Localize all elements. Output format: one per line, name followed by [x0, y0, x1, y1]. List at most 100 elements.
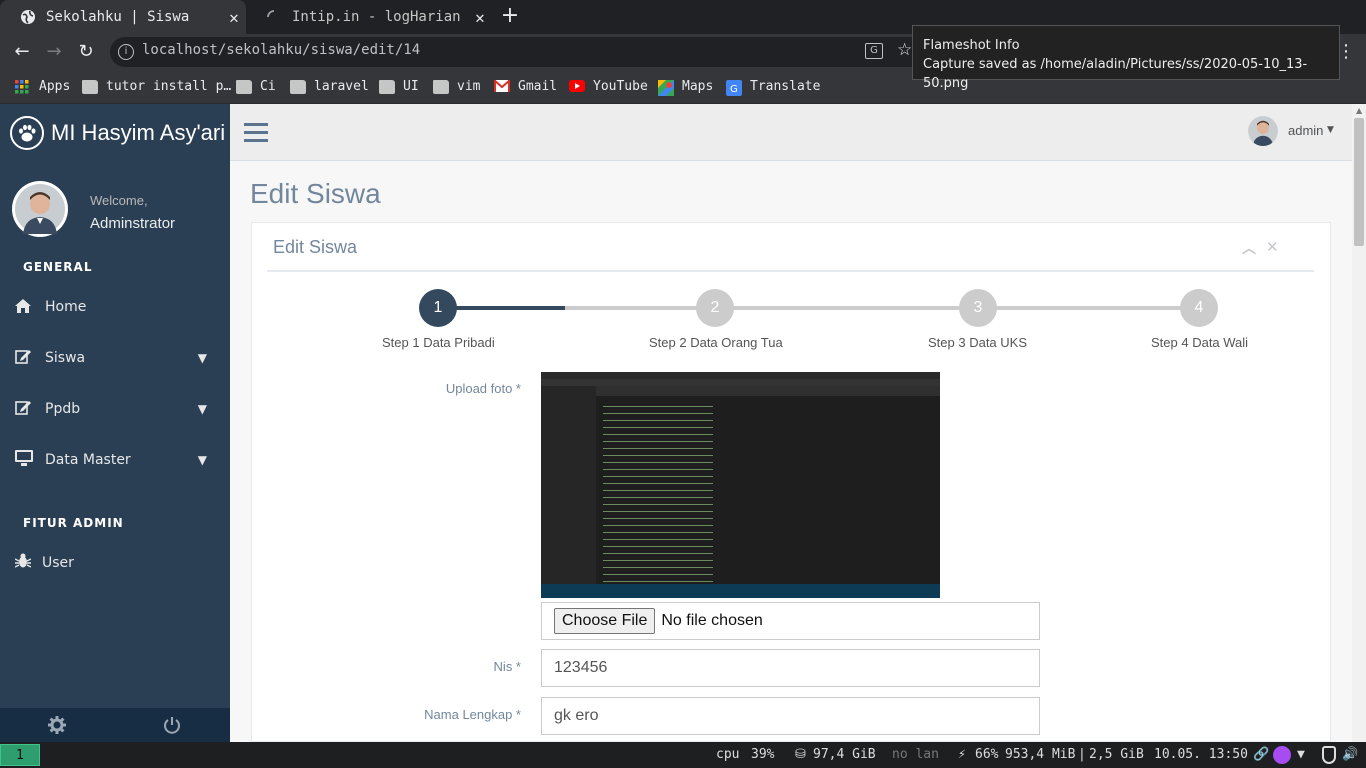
- tab-intip[interactable]: Intip.in - logHarian ✕: [246, 0, 492, 34]
- new-tab-button[interactable]: +: [498, 5, 522, 29]
- info-icon[interactable]: i: [118, 44, 134, 60]
- bookmark-translate[interactable]: G Translate: [726, 70, 820, 103]
- wizard-progress: [438, 306, 565, 310]
- youtube-icon: [569, 79, 585, 94]
- network-status: no lan: [892, 747, 939, 762]
- brand-name: MI Hasyim Asy'ari: [51, 120, 226, 145]
- sidebar-item-data-master[interactable]: Data Master ▼: [15, 448, 215, 472]
- scrollbar-thumb[interactable]: [1354, 118, 1364, 246]
- step-3-label[interactable]: Step 3 Data UKS: [928, 335, 1027, 350]
- bookmark-youtube[interactable]: YouTube: [569, 70, 648, 103]
- firefox-icon[interactable]: [1273, 746, 1291, 764]
- bookmark-label: YouTube: [593, 79, 648, 94]
- bookmark-label: Maps: [682, 79, 714, 94]
- forward-button[interactable]: →: [42, 40, 66, 64]
- folder-icon: [82, 79, 98, 94]
- sidebar-item-user[interactable]: User: [14, 551, 215, 575]
- step-1-circle[interactable]: 1: [419, 289, 457, 327]
- choose-file-button[interactable]: Choose File: [554, 608, 656, 634]
- panel-title: Edit Siswa: [273, 237, 358, 257]
- bookmark-tutor[interactable]: tutor install p…: [82, 70, 231, 103]
- bookmark-laravel[interactable]: laravel: [290, 70, 369, 103]
- scroll-up-arrow-icon[interactable]: ▲: [1356, 106, 1362, 115]
- bookmark-label: UI: [403, 79, 419, 94]
- bookmark-ci[interactable]: Ci: [236, 70, 276, 103]
- sidebar-item-ppdb[interactable]: Ppdb ▼: [15, 397, 215, 421]
- sidebar-item-siswa[interactable]: Siswa ▼: [15, 346, 215, 370]
- bookmark-ui[interactable]: UI: [379, 70, 419, 103]
- reload-button[interactable]: ↻: [74, 40, 98, 64]
- tab-sekolahku[interactable]: Sekolahku | Siswa ✕: [0, 0, 246, 34]
- folder-icon: [236, 79, 252, 94]
- step-4-label[interactable]: Step 4 Data Wali: [1151, 335, 1248, 350]
- settings-gear-icon[interactable]: [48, 716, 66, 738]
- bookmark-label: laravel: [314, 79, 369, 94]
- bookmark-label: Ci: [260, 79, 276, 94]
- flameshot-notification[interactable]: Flameshot Info Capture saved as /home/al…: [912, 25, 1340, 91]
- user-avatar[interactable]: [1248, 116, 1278, 146]
- step-2-label[interactable]: Step 2 Data Orang Tua: [649, 335, 783, 350]
- sidebar-footer: [0, 708, 230, 742]
- page-title: Edit Siswa: [250, 178, 381, 209]
- close-tab-icon[interactable]: ✕: [468, 8, 492, 27]
- google-translate-icon: G: [726, 79, 742, 96]
- step-3-circle[interactable]: 3: [959, 289, 997, 327]
- sidebar-item-label: Home: [45, 299, 87, 315]
- step-4-circle[interactable]: 4: [1180, 289, 1218, 327]
- link-icon[interactable]: 🔗: [1253, 747, 1269, 762]
- folder-icon: [290, 79, 306, 94]
- cpu-label: cpu: [716, 747, 740, 762]
- step-2-circle[interactable]: 2: [696, 289, 734, 327]
- svg-text:G: G: [730, 84, 738, 95]
- bookmark-label: Apps: [39, 79, 71, 94]
- sidebar-item-label: Data Master: [45, 452, 131, 468]
- disk-icon: ⛁: [795, 747, 806, 762]
- sidebar-item-home[interactable]: Home: [15, 295, 215, 319]
- step-1-label[interactable]: Step 1 Data Pribadi: [382, 335, 495, 350]
- brand[interactable]: MI Hasyim Asy'ari: [10, 116, 225, 150]
- notification-title: Flameshot Info: [923, 38, 1020, 53]
- bookmark-label: Translate: [750, 79, 821, 94]
- memory-used: 953,4 MiB: [1005, 747, 1076, 762]
- panel-divider: [267, 270, 1314, 272]
- bookmark-apps[interactable]: Apps: [15, 70, 70, 103]
- collapse-chevron-up-icon[interactable]: ︿: [1242, 238, 1256, 258]
- nama-lengkap-input[interactable]: gk ero: [541, 697, 1040, 735]
- desktop-icon: [15, 450, 35, 470]
- back-button[interactable]: ←: [10, 40, 34, 64]
- caret-down-icon[interactable]: ▼: [1327, 125, 1334, 135]
- tab-title: Intip.in - logHarian: [292, 9, 461, 25]
- memory-total: 2,5 GiB: [1089, 747, 1144, 762]
- bookmark-maps[interactable]: Maps: [658, 70, 713, 103]
- photo-preview: [541, 372, 940, 598]
- translate-icon[interactable]: G: [865, 43, 883, 59]
- volume-icon[interactable]: 🔊: [1342, 747, 1358, 762]
- gmail-icon: [493, 78, 511, 94]
- close-tab-icon[interactable]: ✕: [222, 8, 246, 27]
- bookmark-vim[interactable]: vim: [433, 70, 480, 103]
- wifi-icon[interactable]: ▼: [1297, 747, 1305, 762]
- user-menu-label[interactable]: admin: [1288, 123, 1323, 138]
- file-input[interactable]: Choose File No file chosen: [541, 602, 1040, 640]
- url-text: localhost/sekolahku/siswa/edit/14: [142, 42, 421, 58]
- close-icon[interactable]: ✕: [1266, 238, 1279, 256]
- logout-power-icon[interactable]: [163, 716, 181, 738]
- sidebar-item-label: User: [42, 555, 74, 571]
- bookmark-star-icon[interactable]: ☆: [897, 40, 912, 60]
- cpu-usage: 39%: [751, 747, 775, 762]
- bookmark-gmail[interactable]: Gmail: [493, 70, 557, 103]
- maps-icon: [658, 79, 674, 96]
- profile-avatar: [12, 181, 68, 237]
- shield-icon[interactable]: [1322, 746, 1336, 764]
- nis-input[interactable]: 123456: [541, 649, 1040, 687]
- folder-icon: [433, 79, 449, 94]
- file-status-text: No file chosen: [661, 612, 763, 629]
- hamburger-menu-icon[interactable]: [244, 123, 268, 147]
- apps-grid-icon: [15, 79, 31, 94]
- loading-spinner-icon: [266, 9, 282, 25]
- workspace-indicator[interactable]: 1: [0, 744, 40, 766]
- chevron-down-icon: ▼: [197, 453, 207, 467]
- bug-icon: [14, 553, 35, 573]
- section-fitur-admin: FITUR ADMIN: [23, 516, 124, 530]
- top-nav: admin ▼: [230, 104, 1352, 161]
